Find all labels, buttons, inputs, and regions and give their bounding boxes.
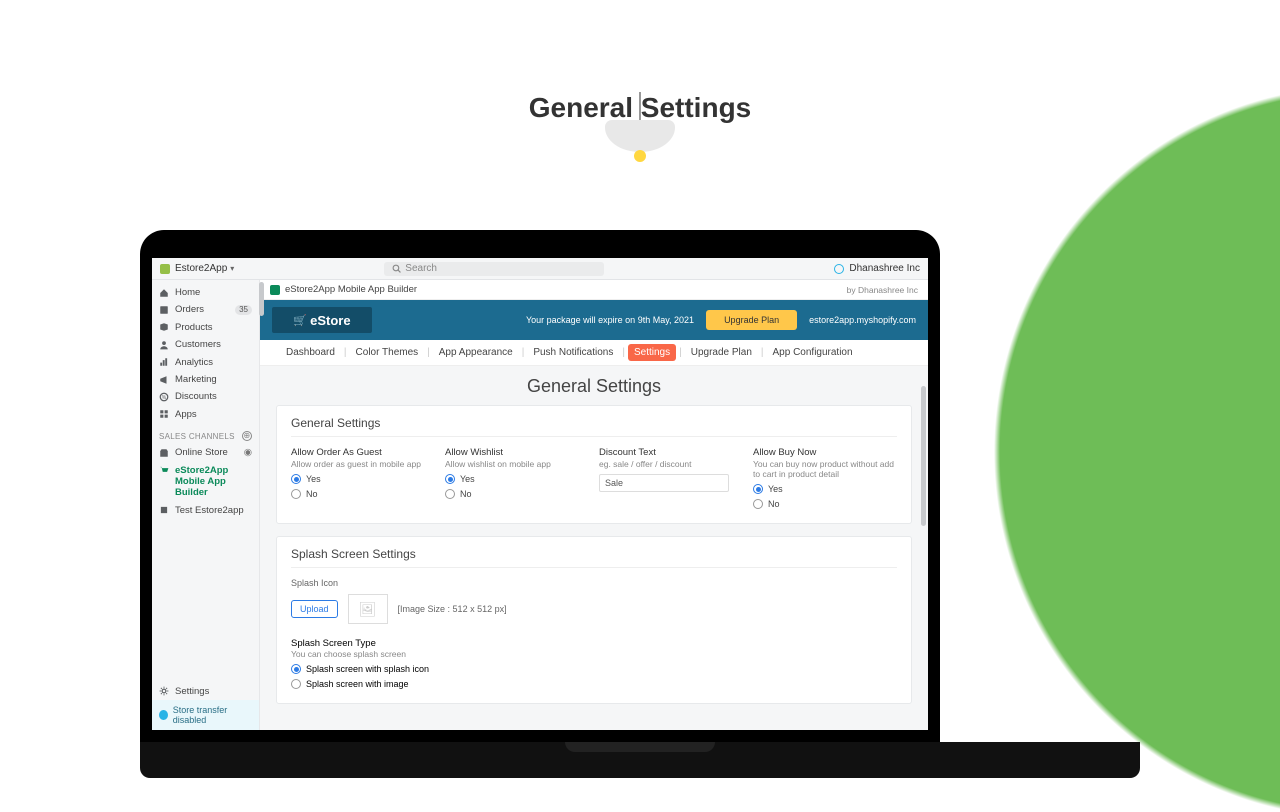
- splash-type-hint: You can choose splash screen: [291, 649, 897, 659]
- app-titlebar: eStore2App Mobile App Builder by Dhanash…: [260, 280, 928, 300]
- sidebar: Home Orders35 Products Customers Analyti…: [152, 280, 260, 730]
- radio-checked-icon: [753, 484, 763, 494]
- app-title: eStore2App Mobile App Builder: [285, 284, 417, 295]
- caret-down-icon: ▾: [230, 264, 234, 273]
- home-icon: [159, 288, 169, 298]
- guest-yes-radio[interactable]: Yes: [291, 474, 435, 484]
- wishlist-no-radio[interactable]: No: [445, 489, 589, 499]
- app-hero: 🛒eStore Your package will expire on 9th …: [260, 300, 928, 340]
- marketing-icon: [159, 375, 169, 385]
- search-placeholder: Search: [405, 263, 437, 274]
- search-icon: [392, 264, 401, 273]
- sidebar-item-estore2app[interactable]: eStore2App Mobile App Builder: [152, 462, 259, 502]
- orders-icon: [159, 305, 169, 315]
- expire-message: Your package will expire on 9th May, 202…: [526, 315, 694, 325]
- sidebar-item-marketing[interactable]: Marketing: [152, 371, 259, 388]
- app-logo-icon: [270, 285, 280, 295]
- wishlist-yes-radio[interactable]: Yes: [445, 474, 589, 484]
- store-transfer-banner[interactable]: Store transfer disabled: [152, 700, 259, 730]
- setting-discount-text: Discount Text eg. sale / offer / discoun…: [599, 447, 743, 509]
- tab-app-configuration[interactable]: App Configuration: [767, 344, 859, 361]
- discount-text-input[interactable]: [599, 474, 729, 492]
- tenant-avatar-icon: [834, 264, 844, 274]
- tab-upgrade-plan[interactable]: Upgrade Plan: [685, 344, 758, 361]
- shop-domain: estore2app.myshopify.com: [809, 315, 916, 325]
- content-scrollbar[interactable]: [921, 386, 926, 526]
- radio-unchecked-icon: [291, 489, 301, 499]
- setting-guest: Allow Order As Guest Allow order as gues…: [291, 447, 435, 509]
- radio-unchecked-icon: [291, 679, 301, 689]
- customers-icon: [159, 340, 169, 350]
- tab-color-themes[interactable]: Color Themes: [350, 344, 425, 361]
- shopify-topbar: Estore2App ▾ Search Dhanashree Inc: [152, 258, 928, 280]
- sidebar-item-analytics[interactable]: Analytics: [152, 354, 259, 371]
- app-icon: [159, 505, 169, 515]
- sidebar-scrollbar[interactable]: [259, 282, 264, 316]
- splash-type-image-radio[interactable]: Splash screen with image: [291, 679, 897, 689]
- sidebar-heading-channels: SALES CHANNELS⊕: [152, 423, 259, 444]
- content-heading: General Settings: [276, 376, 912, 397]
- radio-checked-icon: [445, 474, 455, 484]
- sidebar-item-customers[interactable]: Customers: [152, 336, 259, 353]
- discounts-icon: %: [159, 392, 169, 402]
- splash-settings-title: Splash Screen Settings: [291, 547, 897, 568]
- image-size-hint: [Image Size : 512 x 512 px]: [398, 604, 507, 614]
- sidebar-item-home[interactable]: Home: [152, 284, 259, 301]
- setting-buy-now: Allow Buy Now You can buy now product wi…: [753, 447, 897, 509]
- sidebar-item-test[interactable]: Test Estore2app: [152, 502, 259, 519]
- general-settings-panel: General Settings Allow Order As Guest Al…: [276, 405, 912, 524]
- radio-checked-icon: [291, 664, 301, 674]
- upload-button[interactable]: Upload: [291, 600, 338, 618]
- upgrade-plan-button[interactable]: Upgrade Plan: [706, 310, 797, 330]
- apps-icon: [159, 409, 169, 419]
- splash-icon-label: Splash Icon: [291, 578, 897, 588]
- products-icon: [159, 322, 169, 332]
- sidebar-item-online-store[interactable]: Online Store◉: [152, 444, 259, 461]
- sidebar-item-apps[interactable]: Apps: [152, 406, 259, 423]
- svg-text:%: %: [162, 395, 167, 401]
- add-channel-button[interactable]: ⊕: [242, 431, 252, 441]
- buynow-no-radio[interactable]: No: [753, 499, 897, 509]
- splash-type-icon-radio[interactable]: Splash screen with splash icon: [291, 664, 897, 674]
- radio-unchecked-icon: [753, 499, 763, 509]
- tab-dashboard[interactable]: Dashboard: [280, 344, 341, 361]
- setting-wishlist: Allow Wishlist Allow wishlist on mobile …: [445, 447, 589, 509]
- sidebar-item-settings[interactable]: Settings: [152, 683, 259, 700]
- estore-logo: 🛒eStore: [272, 307, 372, 333]
- splash-type-label: Splash Screen Type: [291, 638, 897, 649]
- splash-settings-panel: Splash Screen Settings Splash Icon Uploa…: [276, 536, 912, 704]
- sidebar-item-products[interactable]: Products: [152, 319, 259, 336]
- orders-badge: 35: [235, 305, 252, 315]
- image-placeholder-icon: 🖼: [348, 594, 388, 624]
- gear-icon: [159, 686, 169, 696]
- sidebar-item-discounts[interactable]: %Discounts: [152, 388, 259, 405]
- cart-icon: [159, 465, 169, 475]
- shop-switcher[interactable]: Estore2App ▾: [160, 263, 234, 274]
- shopify-logo-icon: [160, 264, 170, 274]
- tenant-name: Dhanashree Inc: [849, 263, 920, 274]
- shop-name-label: Estore2App: [175, 263, 227, 274]
- info-icon: [159, 710, 168, 720]
- page-title: General Settings: [0, 92, 1280, 124]
- radio-unchecked-icon: [445, 489, 455, 499]
- cart-logo-icon: 🛒: [293, 314, 307, 327]
- analytics-icon: [159, 357, 169, 367]
- guest-no-radio[interactable]: No: [291, 489, 435, 499]
- eye-icon[interactable]: ◉: [244, 447, 252, 458]
- buynow-yes-radio[interactable]: Yes: [753, 484, 897, 494]
- app-tabbar: Dashboard| Color Themes| App Appearance|…: [260, 340, 928, 366]
- tab-app-appearance[interactable]: App Appearance: [433, 344, 519, 361]
- tab-push-notifications[interactable]: Push Notifications: [527, 344, 619, 361]
- tab-settings[interactable]: Settings: [628, 344, 676, 361]
- store-icon: [159, 448, 169, 458]
- tenant-menu[interactable]: Dhanashree Inc: [834, 263, 920, 274]
- app-byline: by Dhanashree Inc: [847, 285, 918, 295]
- laptop-mockup: Estore2App ▾ Search Dhanashree Inc Home: [140, 230, 1140, 778]
- radio-checked-icon: [291, 474, 301, 484]
- search-input[interactable]: Search: [384, 262, 604, 276]
- sidebar-item-orders[interactable]: Orders35: [152, 301, 259, 318]
- general-settings-title: General Settings: [291, 416, 897, 437]
